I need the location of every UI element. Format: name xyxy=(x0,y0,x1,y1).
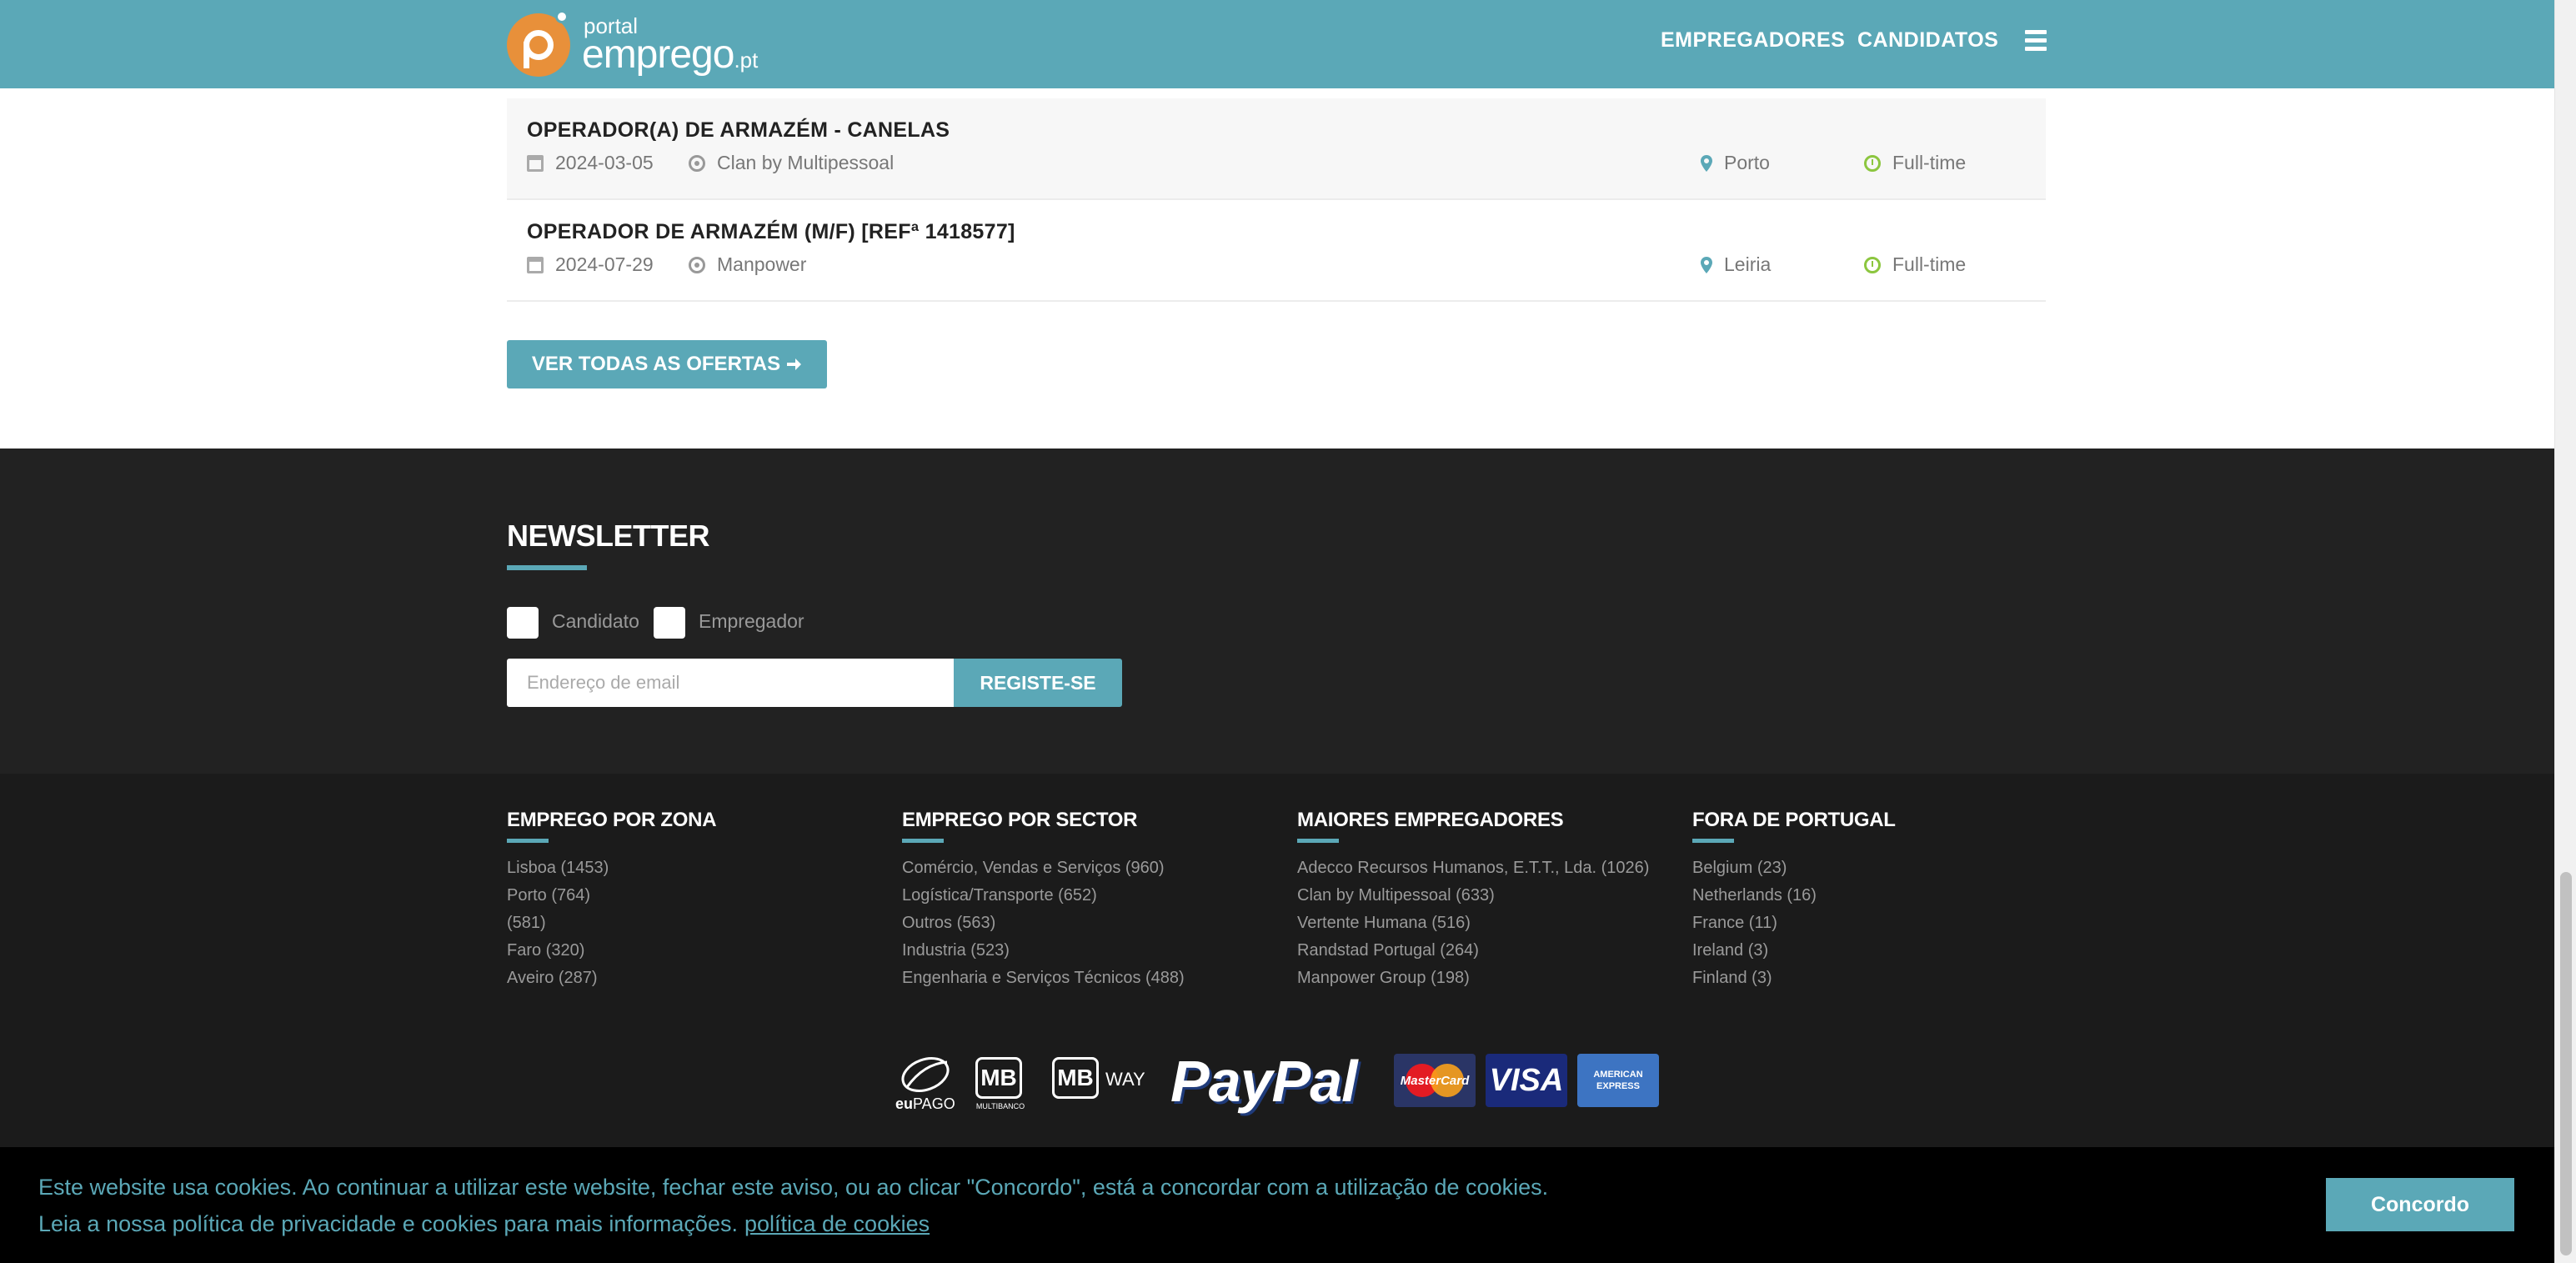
footer-column-title: FORA DE PORTUGAL xyxy=(1692,809,1896,831)
footer-link[interactable]: Manpower Group (198) xyxy=(1297,965,1649,992)
email-field[interactable] xyxy=(507,659,954,707)
footer-column-sector: EMPREGO POR SECTOR Comércio, Vendas e Se… xyxy=(902,809,1185,992)
title-underline xyxy=(1692,839,1734,843)
job-type: Full-time xyxy=(1864,253,1966,276)
job-row[interactable]: OPERADOR(A) DE ARMAZÉM - CANELAS 2024-03… xyxy=(507,98,2046,200)
multibanco-logo: MB MULTIBANCO xyxy=(975,1057,1025,1115)
logo-text-emprego: emprego.pt xyxy=(582,33,759,77)
title-underline xyxy=(507,839,549,843)
footer-link[interactable]: Clan by Multipessoal (633) xyxy=(1297,882,1649,910)
footer-link[interactable]: Outros (563) xyxy=(902,910,1185,937)
title-underline xyxy=(902,839,944,843)
employer-checkbox[interactable] xyxy=(654,607,685,639)
arrow-right-icon xyxy=(787,358,802,370)
logo-dot xyxy=(555,10,569,23)
footer-column-title: EMPREGO POR ZONA xyxy=(507,809,717,831)
candidate-checkbox-label: Candidato xyxy=(552,610,639,632)
portal-emprego-logo[interactable]: portal emprego.pt xyxy=(505,10,772,80)
footer-column-title: EMPREGO POR SECTOR xyxy=(902,809,1138,831)
eupago-logo: euPAGO xyxy=(895,1055,955,1114)
footer-link[interactable]: Porto (764) xyxy=(507,882,716,910)
footer-link[interactable]: Vertente Humana (516) xyxy=(1297,910,1649,937)
mbway-logo: MB WAY xyxy=(1052,1057,1152,1104)
page-scrollbar[interactable] xyxy=(2554,0,2576,1263)
job-company-value: Manpower xyxy=(717,253,807,275)
job-company: Clan by Multipessoal xyxy=(689,152,894,174)
job-company-value: Clan by Multipessoal xyxy=(717,152,895,173)
footer-link[interactable]: Aveiro (287) xyxy=(507,965,716,992)
job-date-value: 2024-07-29 xyxy=(555,253,654,275)
calendar-icon xyxy=(527,256,544,273)
job-row[interactable]: OPERADOR DE ARMAZÉM (M/F) [REFª 1418577]… xyxy=(507,200,2046,302)
footer-column-employers: MAIORES EMPREGADORES Adecco Recursos Hum… xyxy=(1297,809,1649,992)
title-underline xyxy=(507,565,587,570)
cookie-message: Este website usa cookies. Ao continuar a… xyxy=(38,1169,1548,1242)
scrollbar-thumb[interactable] xyxy=(2560,872,2572,1255)
footer-link[interactable]: Ireland (3) xyxy=(1692,937,1896,965)
visa-logo: VISA xyxy=(1486,1054,1567,1107)
job-type: Full-time xyxy=(1864,152,1966,174)
accept-cookies-button[interactable]: Concordo xyxy=(2326,1178,2514,1231)
job-location-value: Porto xyxy=(1724,152,1770,173)
job-date-value: 2024-03-05 xyxy=(555,152,654,173)
cookie-message-line2: Leia a nossa política de privacidade e c… xyxy=(38,1211,930,1236)
footer-link[interactable]: France (11) xyxy=(1692,910,1896,937)
clock-icon xyxy=(1864,154,1881,172)
footer-link[interactable]: (581) xyxy=(507,910,716,937)
job-company: Manpower xyxy=(689,253,806,276)
paypal-logo: PayPal PayPal xyxy=(1170,1049,1361,1116)
job-location: Leiria xyxy=(1701,253,1771,276)
job-title[interactable]: OPERADOR(A) DE ARMAZÉM - CANELAS xyxy=(527,118,950,143)
footer-link[interactable]: Faro (320) xyxy=(507,937,716,965)
job-date: 2024-03-05 xyxy=(527,152,654,174)
footer-link[interactable]: Engenharia e Serviços Técnicos (488) xyxy=(902,965,1185,992)
newsletter-section: NEWSLETTER Candidato Empregador REGISTE-… xyxy=(0,449,2554,774)
footer-link[interactable]: Adecco Recursos Humanos, E.T.T., Lda. (1… xyxy=(1297,855,1649,882)
job-type-value: Full-time xyxy=(1892,152,1967,173)
footer-column-zone: EMPREGO POR ZONA Lisboa (1453) Porto (76… xyxy=(507,809,717,992)
footer-link[interactable]: Belgium (23) xyxy=(1692,855,1896,882)
job-type-value: Full-time xyxy=(1892,253,1967,275)
footer-column-abroad: FORA DE PORTUGAL Belgium (23) Netherland… xyxy=(1692,809,1896,992)
job-date: 2024-07-29 xyxy=(527,253,654,276)
calendar-icon xyxy=(527,154,544,172)
nav-candidates[interactable]: CANDIDATOS xyxy=(1857,28,1998,53)
amex-logo: AMERICAN EXPRESS xyxy=(1577,1054,1659,1107)
see-all-offers-button[interactable]: VER TODAS AS OFERTAS xyxy=(507,340,827,388)
map-pin-icon xyxy=(1701,154,1712,172)
cookie-message-line1: Este website usa cookies. Ao continuar a… xyxy=(38,1175,1549,1200)
footer-link[interactable]: Comércio, Vendas e Serviços (960) xyxy=(902,855,1185,882)
employer-checkbox-label: Empregador xyxy=(699,610,804,632)
footer-column-title: MAIORES EMPREGADORES xyxy=(1297,809,1564,831)
site-header: portal emprego.pt EMPREGADORES CANDIDATO… xyxy=(0,0,2554,88)
title-underline xyxy=(1297,839,1339,843)
mastercard-logo: MasterCard xyxy=(1394,1054,1476,1107)
footer-link[interactable]: Randstad Portugal (264) xyxy=(1297,937,1649,965)
job-title[interactable]: OPERADOR DE ARMAZÉM (M/F) [REFª 1418577] xyxy=(527,220,1015,244)
menu-icon[interactable] xyxy=(2025,30,2047,52)
candidate-checkbox[interactable] xyxy=(507,607,539,639)
footer-link[interactable]: Finland (3) xyxy=(1692,965,1896,992)
company-icon xyxy=(689,256,705,273)
cookie-policy-link[interactable]: política de cookies xyxy=(744,1211,930,1236)
map-pin-icon xyxy=(1701,256,1712,273)
newsletter-title: NEWSLETTER xyxy=(507,519,710,553)
footer-link[interactable]: Logística/Transporte (652) xyxy=(902,882,1185,910)
footer-link[interactable]: Industria (523) xyxy=(902,937,1185,965)
see-all-offers-label: VER TODAS AS OFERTAS xyxy=(531,353,781,375)
clock-icon xyxy=(1864,256,1881,273)
nav-employers[interactable]: EMPREGADORES xyxy=(1661,28,1845,53)
footer-link[interactable]: Netherlands (16) xyxy=(1692,882,1896,910)
job-location-value: Leiria xyxy=(1724,253,1772,275)
cookie-banner: Este website usa cookies. Ao continuar a… xyxy=(0,1147,2554,1263)
company-icon xyxy=(689,154,705,172)
job-location: Porto xyxy=(1701,152,1770,174)
register-button[interactable]: REGISTE-SE xyxy=(954,659,1122,707)
footer-link[interactable]: Lisboa (1453) xyxy=(507,855,716,882)
